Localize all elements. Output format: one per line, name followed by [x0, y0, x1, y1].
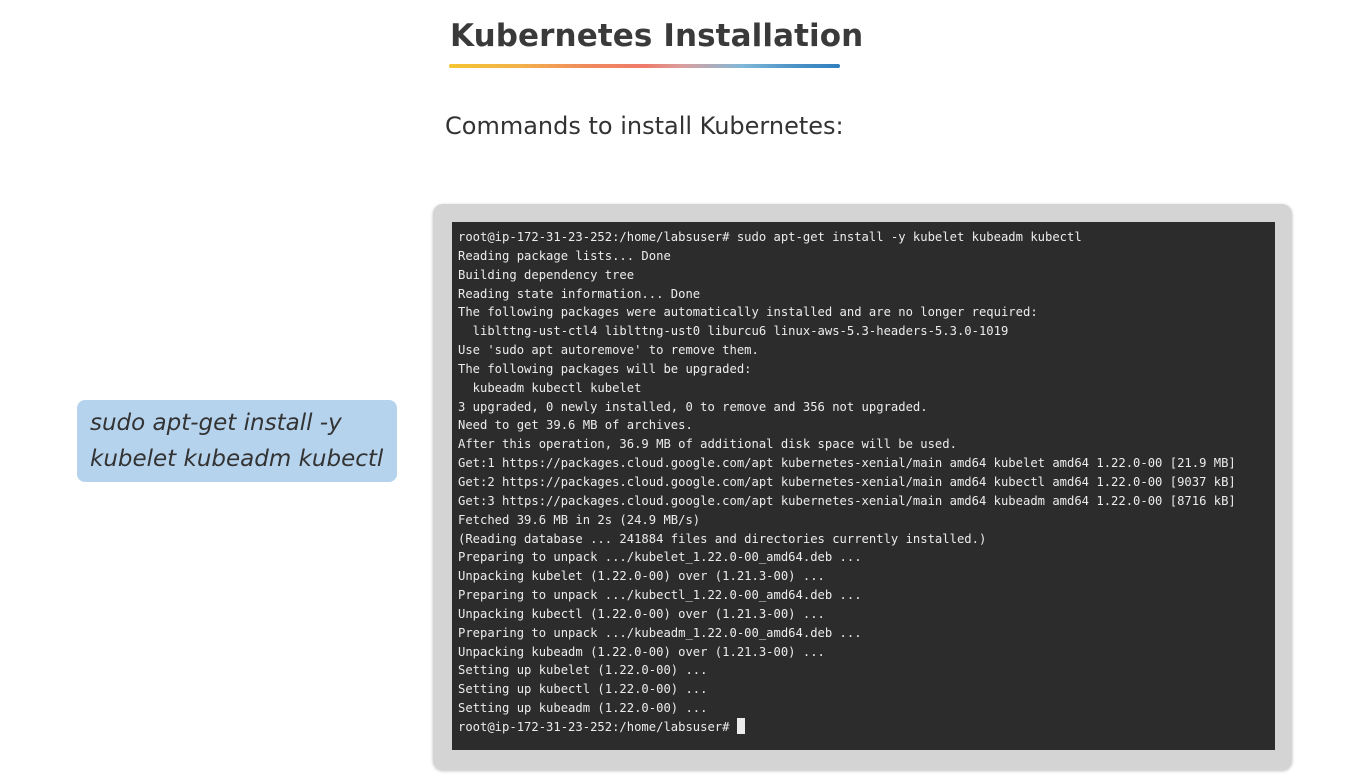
terminal-line: Preparing to unpack .../kubeadm_1.22.0-0… [458, 625, 862, 640]
command-callout: sudo apt-get install -y kubelet kubeadm … [77, 400, 397, 482]
terminal-line: Get:1 https://packages.cloud.google.com/… [458, 456, 1236, 471]
terminal-line: Preparing to unpack .../kubectl_1.22.0-0… [458, 588, 862, 603]
terminal-line: Need to get 39.6 MB of archives. [458, 418, 693, 433]
terminal-line: Setting up kubectl (1.22.0-00) ... [458, 682, 708, 697]
terminal-line: liblttng-ust-ctl4 liblttng-ust0 liburcu6… [458, 324, 1009, 339]
callout-line-2: kubelet kubeadm kubectl [90, 446, 384, 472]
terminal-line: root@ip-172-31-23-252:/home/labsuser# [458, 717, 1275, 737]
terminal-line: Setting up kubeadm (1.22.0-00) ... [458, 701, 708, 716]
terminal-line: Preparing to unpack .../kubelet_1.22.0-0… [458, 550, 862, 565]
terminal-line: Setting up kubelet (1.22.0-00) ... [458, 663, 708, 678]
terminal-window[interactable]: root@ip-172-31-23-252:/home/labsuser# su… [452, 222, 1275, 750]
terminal-cursor [736, 717, 745, 734]
terminal-output: root@ip-172-31-23-252:/home/labsuser# su… [458, 228, 1275, 737]
terminal-line: The following packages were automaticall… [458, 305, 1038, 320]
terminal-line: Use 'sudo apt autoremove' to remove them… [458, 343, 759, 358]
terminal-line: (Reading database ... 241884 files and d… [458, 531, 987, 546]
terminal-line: 3 upgraded, 0 newly installed, 0 to remo… [458, 399, 928, 414]
terminal-line: kubeadm kubectl kubelet [458, 380, 642, 395]
callout-line-1: sudo apt-get install -y [90, 410, 342, 436]
slide-title: Kubernetes Installation [450, 18, 864, 54]
terminal-line: Fetched 39.6 MB in 2s (24.9 MB/s) [458, 512, 701, 527]
terminal-line: Reading package lists... Done [458, 248, 671, 263]
terminal-line: Building dependency tree [458, 267, 635, 282]
terminal-line: Unpacking kubelet (1.22.0-00) over (1.21… [458, 569, 825, 584]
terminal-line: Get:2 https://packages.cloud.google.com/… [458, 474, 1236, 489]
terminal-line: Get:3 https://packages.cloud.google.com/… [458, 493, 1236, 508]
terminal-line: After this operation, 36.9 MB of additio… [458, 437, 957, 452]
title-underline [449, 64, 840, 68]
slide-subtitle: Commands to install Kubernetes: [445, 112, 844, 140]
terminal-line: The following packages will be upgraded: [458, 361, 752, 376]
terminal-line: Unpacking kubeadm (1.22.0-00) over (1.21… [458, 644, 825, 659]
terminal-line: Reading state information... Done [458, 286, 701, 301]
terminal-line: root@ip-172-31-23-252:/home/labsuser# su… [458, 230, 1082, 244]
terminal-line: Unpacking kubectl (1.22.0-00) over (1.21… [458, 606, 825, 621]
